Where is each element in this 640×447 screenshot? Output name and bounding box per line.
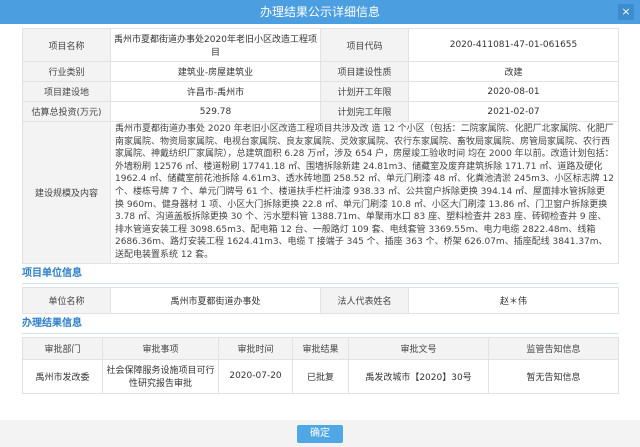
detail-content: 项目名称 禹州市夏都街道办事处2020年老旧小区改造工程项目 项目代码 2020… <box>22 28 619 394</box>
location-value: 许昌市-禹州市 <box>110 81 321 102</box>
table-row: 建设规模及内容 禹州市夏都街道办事处 2020 年老旧小区改造工程项目共涉及改 … <box>22 121 619 264</box>
nature-value: 改建 <box>408 61 619 82</box>
finish-date-label: 计划完工年限 <box>320 101 409 122</box>
project-code-value: 2020-411081-47-01-061655 <box>408 28 619 62</box>
column-header: 审批事项 <box>102 336 219 360</box>
table-header-row: 审批部门 审批事项 审批时间 审批结果 审批文号 监管告知信息 <box>22 336 619 360</box>
start-date-value: 2020-08-01 <box>408 81 619 102</box>
legal-rep-label: 法人代表姓名 <box>320 286 409 314</box>
table-cell: 2020-07-20 <box>218 358 293 394</box>
investment-label: 估算总投资(万元) <box>22 101 111 122</box>
confirm-button[interactable]: 确定 <box>297 425 343 443</box>
unit-name-label: 单位名称 <box>22 286 111 314</box>
table-cell: 禹州市发改委 <box>22 358 103 394</box>
column-header: 审批时间 <box>218 336 293 360</box>
table-row: 禹州市发改委 社会保障服务设施项目可行性研究报告审批 2020-07-20 已批… <box>22 358 619 394</box>
industry-value: 建筑业-房屋建筑业 <box>110 61 321 82</box>
project-name-label: 项目名称 <box>22 28 111 62</box>
close-icon[interactable]: × <box>618 4 634 20</box>
table-row: 估算总投资(万元) 529.78 计划完工年限 2021-02-07 <box>22 101 619 122</box>
project-info-table: 项目名称 禹州市夏都街道办事处2020年老旧小区改造工程项目 项目代码 2020… <box>22 28 619 264</box>
unit-name-value: 禹州市夏都街道办事处 <box>110 286 321 314</box>
column-header: 监管告知信息 <box>488 336 619 360</box>
table-row: 单位名称 禹州市夏都街道办事处 法人代表姓名 赵＊伟 <box>22 286 619 314</box>
scope-description: 禹州市夏都街道办事处 2020 年老旧小区改造工程项目共涉及改 造 12 个小区… <box>110 121 619 264</box>
finish-date-value: 2021-02-07 <box>408 101 619 122</box>
table-cell: 已批复 <box>292 358 349 394</box>
column-header: 审批结果 <box>292 336 349 360</box>
table-cell: 禹发改城市【2020】30号 <box>348 358 489 394</box>
project-code-label: 项目代码 <box>320 28 409 62</box>
project-name-value: 禹州市夏都街道办事处2020年老旧小区改造工程项目 <box>110 28 321 62</box>
table-row: 项目名称 禹州市夏都街道办事处2020年老旧小区改造工程项目 项目代码 2020… <box>22 28 619 62</box>
table-cell: 暂无告知信息 <box>488 358 619 394</box>
result-section-title: 办理结果信息 <box>22 315 618 334</box>
nature-label: 项目建设性质 <box>320 61 409 82</box>
table-row: 行业类别 建筑业-房屋建筑业 项目建设性质 改建 <box>22 61 619 82</box>
footer-bar: 确定 <box>0 420 640 447</box>
investment-value: 529.78 <box>110 101 321 122</box>
location-label: 项目建设地 <box>22 81 111 102</box>
start-date-label: 计划开工年限 <box>320 81 409 102</box>
industry-label: 行业类别 <box>22 61 111 82</box>
table-row: 项目建设地 许昌市-禹州市 计划开工年限 2020-08-01 <box>22 81 619 102</box>
column-header: 审批文号 <box>348 336 489 360</box>
window-titlebar: 办理结果公示详细信息 × <box>0 0 640 24</box>
result-table: 审批部门 审批事项 审批时间 审批结果 审批文号 监管告知信息 禹州市发改委 社… <box>22 336 619 394</box>
window-title: 办理结果公示详细信息 <box>259 5 380 19</box>
legal-rep-value: 赵＊伟 <box>408 286 619 314</box>
unit-section-title: 项目单位信息 <box>22 265 618 284</box>
column-header: 审批部门 <box>22 336 103 360</box>
scope-label: 建设规模及内容 <box>22 121 111 264</box>
table-cell: 社会保障服务设施项目可行性研究报告审批 <box>102 358 219 394</box>
unit-info-table: 单位名称 禹州市夏都街道办事处 法人代表姓名 赵＊伟 <box>22 286 619 314</box>
